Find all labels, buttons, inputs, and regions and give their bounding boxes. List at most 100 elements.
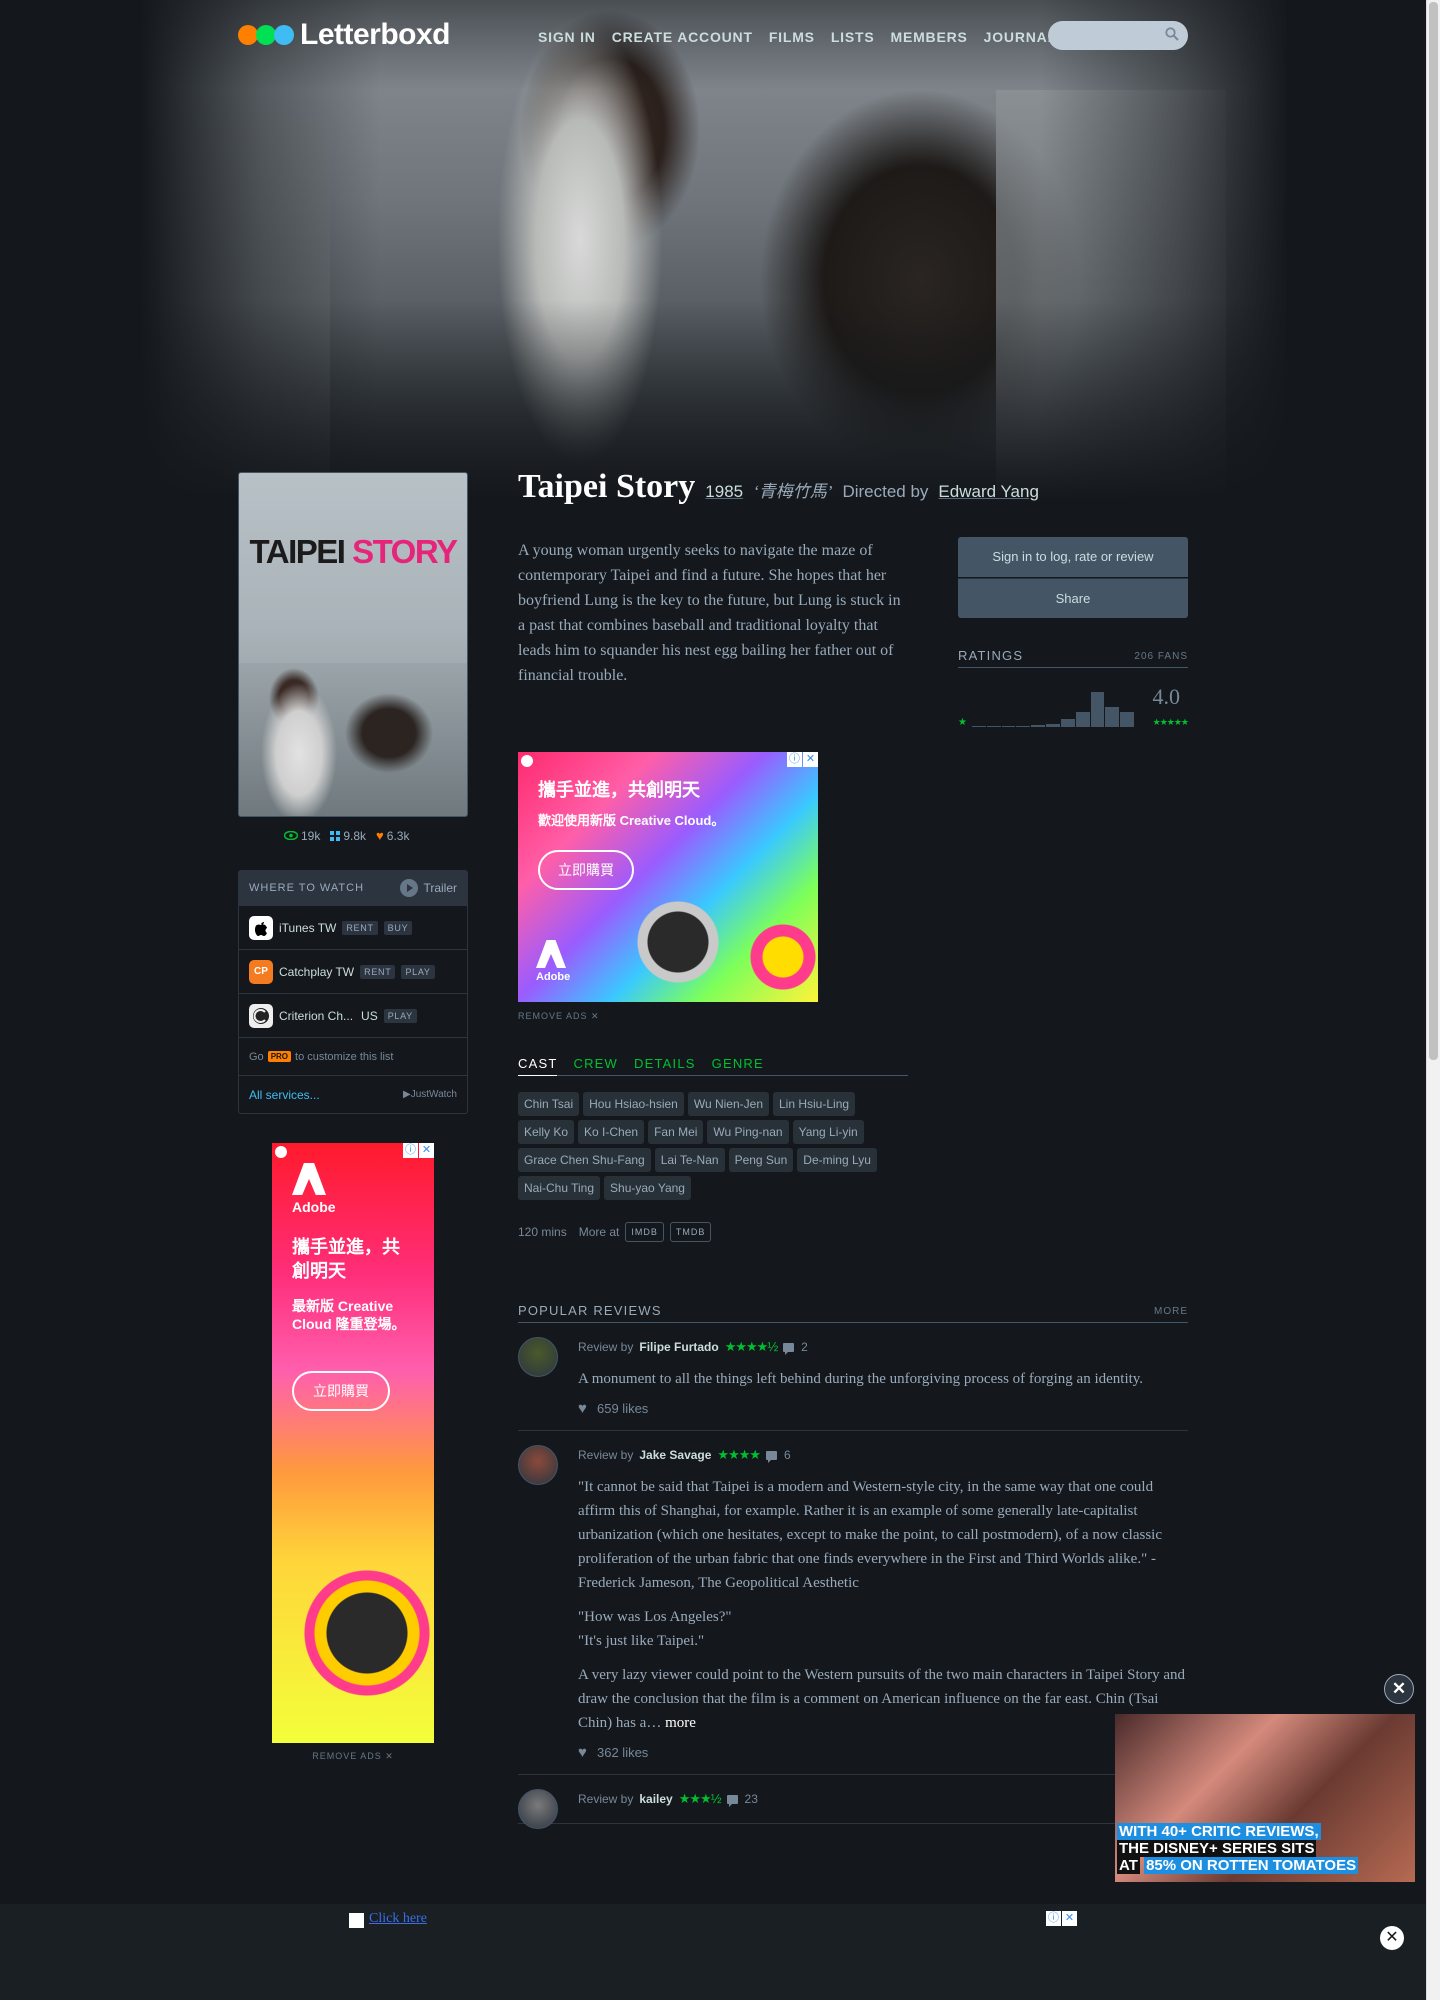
reviewer-name[interactable]: Jake Savage: [639, 1448, 711, 1462]
comment-icon[interactable]: [726, 1794, 738, 1807]
bottom-ad-link[interactable]: Click here: [349, 1911, 427, 1928]
director-link[interactable]: Edward Yang: [938, 482, 1039, 502]
histogram-bar[interactable]: [1031, 724, 1046, 727]
cast-member[interactable]: Hou Hsiao-hsien: [583, 1092, 684, 1116]
play-tag[interactable]: PLAY: [383, 1008, 417, 1023]
reviews-title[interactable]: Popular reviews: [518, 1303, 662, 1318]
read-more-link[interactable]: more: [665, 1715, 696, 1731]
ad-close-icon[interactable]: ✕: [419, 1143, 434, 1158]
reviewer-avatar[interactable]: [518, 1337, 558, 1377]
scrollbar-thumb[interactable]: [1429, 2, 1438, 1060]
cast-member[interactable]: Lin Hsiu-Ling: [773, 1092, 856, 1116]
tab-details[interactable]: Details: [634, 1056, 696, 1071]
search-icon[interactable]: [1165, 27, 1179, 41]
video-ad-close-icon[interactable]: ✕: [1384, 1674, 1414, 1704]
fans-link[interactable]: 206 fans: [1134, 651, 1188, 663]
adchoices-icon[interactable]: [521, 755, 533, 767]
cast-member[interactable]: Wu Nien-Jen: [687, 1092, 769, 1116]
cast-member[interactable]: Kelly Ko: [518, 1120, 575, 1144]
average-rating[interactable]: 4.0: [1153, 684, 1181, 710]
bottom-ad-banner[interactable]: Click here ⓘ ✕: [349, 1911, 1077, 1931]
ad-close-icon[interactable]: ✕: [1062, 1911, 1077, 1926]
histogram-bar[interactable]: [986, 726, 1001, 727]
cast-member[interactable]: Chin Tsai: [518, 1092, 580, 1116]
reviewer-avatar[interactable]: [518, 1445, 558, 1485]
comment-count[interactable]: 6: [784, 1448, 791, 1462]
vertical-ad-banner[interactable]: ⓘ ✕ Adobe 攜手並進，共創明天 最新版 Creative Cloud 隆重…: [272, 1143, 434, 1743]
nav-sign-in[interactable]: Sign in: [538, 29, 596, 45]
tmdb-link[interactable]: TMDB: [669, 1222, 712, 1242]
video-ad[interactable]: WITH 40+ CRITIC REVIEWS, THE DISNEY+ SER…: [1115, 1714, 1415, 1882]
histogram-bar[interactable]: [1075, 711, 1090, 727]
tab-crew[interactable]: Crew: [573, 1056, 618, 1071]
tab-genre[interactable]: Genre: [712, 1056, 764, 1071]
reviewer-name[interactable]: Filipe Furtado: [639, 1340, 718, 1354]
ad-close-icon[interactable]: ✕: [803, 752, 818, 767]
cast-member[interactable]: Lai Te-Nan: [654, 1148, 725, 1172]
cast-member[interactable]: Ko I-Chen: [578, 1120, 645, 1144]
histogram-bar[interactable]: [1001, 726, 1016, 727]
cast-member[interactable]: Grace Chen Shu-Fang: [518, 1148, 651, 1172]
cast-member[interactable]: Shu-yao Yang: [604, 1176, 691, 1200]
ad-buy-button[interactable]: 立即購買: [292, 1371, 390, 1411]
review-likes[interactable]: ♥ 659 likes: [578, 1401, 1188, 1417]
service-criterion[interactable]: Criterion Ch... US PLAY: [239, 993, 467, 1037]
site-logo[interactable]: Letterboxd: [238, 18, 451, 52]
ad-info-icon[interactable]: ⓘ: [1046, 1911, 1061, 1926]
justwatch-link[interactable]: ▶JustWatch: [403, 1089, 457, 1100]
service-catchplay[interactable]: CP Catchplay TW RENT PLAY: [239, 949, 467, 993]
bottom-ad-close-icon[interactable]: ✕: [1380, 1926, 1404, 1950]
histogram-bar[interactable]: [1090, 691, 1105, 727]
rent-tag[interactable]: RENT: [342, 920, 378, 935]
lists-stat[interactable]: 9.8k: [330, 828, 366, 843]
nav-journal[interactable]: Journal: [984, 29, 1057, 45]
comment-icon[interactable]: [766, 1450, 778, 1463]
nav-lists[interactable]: Lists: [831, 29, 875, 45]
cast-member[interactable]: De-ming Lyu: [797, 1148, 877, 1172]
sign-in-to-log-button[interactable]: Sign in to log, rate or review: [958, 537, 1188, 577]
histogram-bar[interactable]: [1105, 707, 1120, 727]
cast-member[interactable]: Nai-Chu Ting: [518, 1176, 601, 1200]
nav-members[interactable]: Members: [890, 29, 967, 45]
reviewer-avatar[interactable]: [518, 1789, 558, 1829]
share-button[interactable]: Share: [958, 578, 1188, 618]
film-poster[interactable]: TAIPEI STORY: [238, 472, 468, 817]
comment-icon[interactable]: [783, 1342, 795, 1355]
cast-member[interactable]: Peng Sun: [728, 1148, 794, 1172]
comment-count[interactable]: 23: [745, 1792, 758, 1806]
all-services-link[interactable]: All services...: [249, 1088, 320, 1102]
page-scrollbar[interactable]: [1426, 0, 1440, 2000]
reviews-more-link[interactable]: More: [1154, 1306, 1188, 1318]
histogram-bar[interactable]: [972, 726, 986, 727]
histogram-bar[interactable]: [1046, 724, 1060, 727]
likes-stat[interactable]: ♥ 6.3k: [376, 828, 409, 843]
pro-badge[interactable]: PRO: [267, 1051, 292, 1062]
reviewer-name[interactable]: kailey: [639, 1792, 672, 1806]
trailer-button[interactable]: Trailer: [400, 879, 457, 897]
histogram-bar[interactable]: [1060, 719, 1075, 727]
buy-tag[interactable]: BUY: [383, 920, 413, 935]
service-itunes[interactable]: iTunes TW RENT BUY: [239, 905, 467, 949]
cast-member[interactable]: Wu Ping-nan: [707, 1120, 789, 1144]
cast-member[interactable]: Fan Mei: [648, 1120, 704, 1144]
remove-ads-link[interactable]: Remove ads ✕: [272, 1751, 434, 1762]
rent-tag[interactable]: RENT: [360, 964, 396, 979]
comment-count[interactable]: 2: [801, 1340, 808, 1354]
histogram-bar[interactable]: [1016, 725, 1031, 727]
search-input[interactable]: [1048, 21, 1188, 50]
play-tag[interactable]: PLAY: [401, 964, 435, 979]
cast-member[interactable]: Yang Li-yin: [792, 1120, 864, 1144]
review-likes[interactable]: ♥ 362 likes: [578, 1745, 1188, 1761]
adchoices-icon[interactable]: [275, 1146, 287, 1158]
remove-ads-link[interactable]: Remove ads ✕: [518, 1011, 600, 1022]
tab-cast[interactable]: Cast: [518, 1056, 558, 1076]
histogram-bar[interactable]: [1120, 712, 1134, 727]
watched-stat[interactable]: 19k: [284, 828, 320, 843]
ad-info-icon[interactable]: ⓘ: [403, 1143, 418, 1158]
rectangle-ad-banner[interactable]: ⓘ ✕ 攜手並進，共創明天 歡迎使用新版 Creative Cloud。 立即購買…: [518, 752, 818, 1002]
film-year-link[interactable]: 1985: [705, 482, 743, 502]
nav-films[interactable]: Films: [769, 29, 815, 45]
imdb-link[interactable]: IMDB: [625, 1222, 664, 1242]
ad-info-icon[interactable]: ⓘ: [787, 752, 802, 767]
nav-create-account[interactable]: Create account: [612, 29, 753, 45]
